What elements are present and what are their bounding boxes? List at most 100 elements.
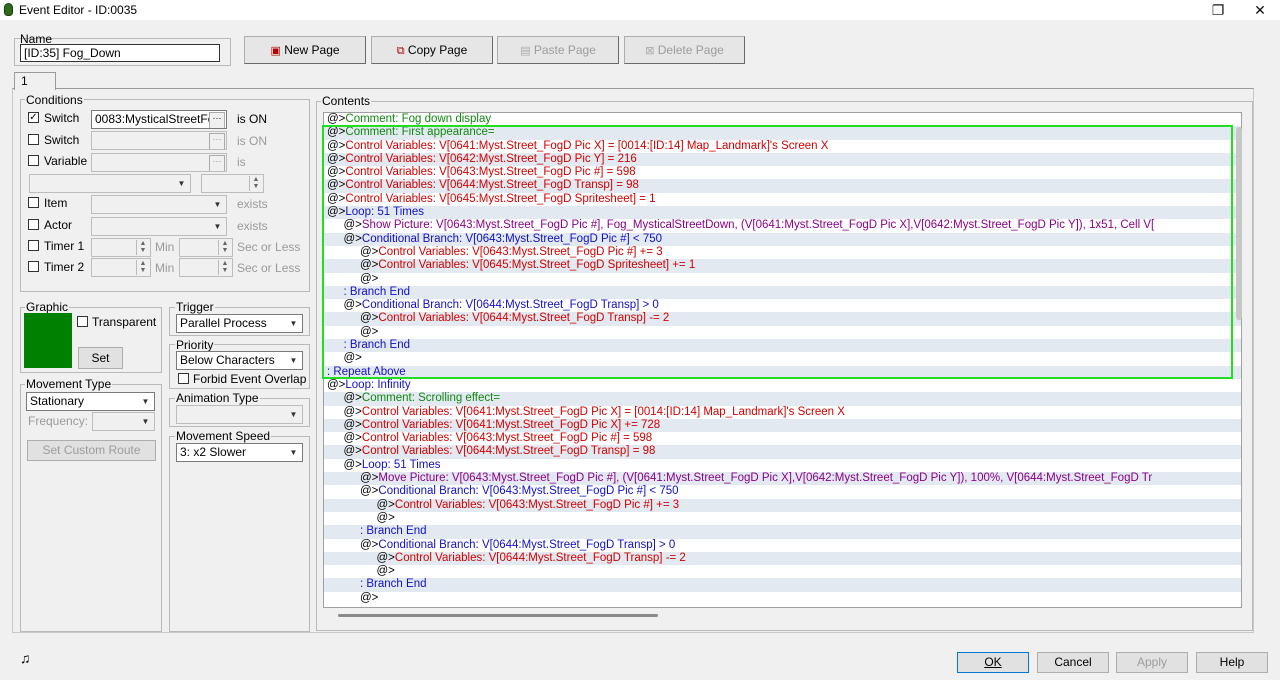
chevron-down-icon: ▼ bbox=[213, 222, 222, 231]
priority-value: Below Characters bbox=[180, 353, 275, 367]
command-row[interactable]: : Branch End bbox=[324, 525, 1241, 539]
command-text: Control Variables: V[0644:Myst.Street_Fo… bbox=[361, 445, 656, 458]
transparent-checkbox[interactable] bbox=[77, 316, 88, 327]
movement-type-select[interactable]: Stationary ▼ bbox=[26, 392, 155, 411]
command-row[interactable]: @>Loop: Infinity bbox=[324, 379, 1241, 392]
timer1-min-stepper[interactable]: ▲ ▼ bbox=[91, 238, 151, 257]
command-row[interactable]: @>Control Variables: V[0641:Myst.Street_… bbox=[324, 406, 1241, 419]
variable-browse-button[interactable]: ··· bbox=[209, 155, 225, 171]
switch1-suffix: is ON bbox=[237, 112, 267, 126]
command-row[interactable]: : Branch End bbox=[324, 578, 1241, 592]
tab-page-1[interactable]: 1 bbox=[14, 72, 56, 90]
variable-label: Variable bbox=[44, 154, 88, 168]
restore-icon[interactable]: ❐ bbox=[1198, 0, 1238, 20]
trigger-select[interactable]: Parallel Process ▼ bbox=[176, 314, 303, 333]
command-row[interactable]: @>Control Variables: V[0644:Myst.Street_… bbox=[324, 551, 1241, 566]
music-note-icon[interactable]: ♫ bbox=[20, 650, 31, 666]
switch1-field[interactable]: 0083:MysticalStreetFo ··· bbox=[91, 110, 227, 129]
stepper-arrows-icon[interactable]: ▲ ▼ bbox=[218, 260, 231, 275]
forbid-overlap-checkbox[interactable] bbox=[178, 373, 189, 384]
cancel-button[interactable]: Cancel bbox=[1037, 652, 1109, 673]
timer1-checkbox[interactable] bbox=[28, 240, 39, 251]
timer2-label: Timer 2 bbox=[44, 260, 85, 274]
horizontal-scrollbar[interactable] bbox=[338, 614, 658, 617]
new-page-button[interactable]: ▣ New Page bbox=[244, 36, 366, 64]
delete-page-button[interactable]: ⊠ Delete Page bbox=[624, 36, 745, 64]
frequency-label: Frequency: bbox=[28, 414, 89, 428]
switch2-browse-button[interactable]: ··· bbox=[209, 133, 225, 149]
window-title: Event Editor - ID:0035 bbox=[19, 3, 138, 17]
command-row[interactable]: @>Control Variables: V[0643:Myst.Street_… bbox=[324, 498, 1241, 512]
animation-type-select[interactable]: ▼ bbox=[176, 405, 303, 424]
command-row[interactable]: @>Conditional Branch: V[0643:Myst.Street… bbox=[324, 485, 1241, 498]
command-prefix: @> bbox=[376, 511, 395, 524]
stepper-arrows-icon[interactable]: ▲ ▼ bbox=[136, 240, 149, 255]
command-row[interactable]: @>Control Variables: V[0644:Myst.Street_… bbox=[324, 445, 1241, 459]
switch1-checkbox[interactable]: ✓ bbox=[28, 112, 39, 123]
apply-button[interactable]: Apply bbox=[1116, 652, 1188, 673]
command-prefix: @> bbox=[376, 498, 395, 511]
variable-compare-select[interactable]: ▼ bbox=[29, 174, 191, 193]
vertical-scrollbar[interactable] bbox=[1236, 127, 1242, 320]
command-row[interactable]: @>Move Picture: V[0643:Myst.Street_FogD … bbox=[324, 472, 1241, 486]
command-row[interactable]: @>Control Variables: V[0641:Myst.Street_… bbox=[324, 418, 1241, 433]
graphic-label: Graphic bbox=[25, 300, 70, 314]
timer1-min-label: Min bbox=[155, 240, 175, 254]
stepper-arrows-icon[interactable]: ▲ ▼ bbox=[218, 240, 231, 255]
movement-speed-select[interactable]: 3: x2 Slower ▼ bbox=[176, 443, 303, 462]
timer2-min-stepper[interactable]: ▲ ▼ bbox=[91, 258, 151, 277]
ok-button[interactable]: OK bbox=[957, 652, 1029, 673]
priority-select[interactable]: Below Characters ▼ bbox=[176, 351, 303, 370]
paste-page-button[interactable]: ▤ Paste Page bbox=[497, 36, 619, 64]
command-prefix: @> bbox=[343, 418, 362, 431]
contents-label: Contents bbox=[321, 94, 372, 108]
help-button[interactable]: Help bbox=[1196, 652, 1268, 673]
actor-checkbox[interactable] bbox=[28, 219, 39, 230]
copy-page-icon: ⧉ bbox=[396, 45, 405, 57]
name-input[interactable]: [ID:35] Fog_Down bbox=[20, 44, 220, 62]
command-prefix: @> bbox=[343, 458, 362, 471]
paste-page-icon: ▤ bbox=[520, 45, 531, 57]
command-text: Comment: Fog down display bbox=[345, 113, 492, 125]
actor-select[interactable]: ▼ bbox=[91, 217, 227, 236]
item-checkbox[interactable] bbox=[28, 197, 39, 208]
switch2-suffix: is ON bbox=[237, 134, 267, 148]
movement-type-label: Movement Type bbox=[25, 377, 113, 391]
command-text: Move Picture: V[0643:Myst.Street_FogD Pi… bbox=[378, 472, 1153, 485]
command-row[interactable]: @> bbox=[324, 565, 1241, 578]
timer2-sec-stepper[interactable]: ▲ ▼ bbox=[179, 258, 233, 277]
actor-suffix: exists bbox=[237, 219, 268, 233]
command-row[interactable]: @>Control Variables: V[0643:Myst.Street_… bbox=[324, 432, 1241, 445]
set-custom-route-button[interactable]: Set Custom Route bbox=[27, 440, 156, 461]
close-icon[interactable]: ✕ bbox=[1240, 0, 1280, 20]
command-prefix: @> bbox=[343, 445, 362, 458]
forbid-overlap-label: Forbid Event Overlap bbox=[193, 372, 307, 386]
set-graphic-button[interactable]: Set bbox=[78, 347, 123, 369]
command-row[interactable]: @> bbox=[324, 592, 1241, 605]
stepper-arrows-icon[interactable]: ▲ ▼ bbox=[136, 260, 149, 275]
variable-value-stepper[interactable]: ▲ ▼ bbox=[201, 174, 264, 193]
stepper-arrows-icon[interactable]: ▲ ▼ bbox=[249, 176, 262, 191]
movement-speed-group bbox=[169, 436, 310, 632]
command-row[interactable]: @>Comment: Scrolling effect= bbox=[324, 392, 1241, 406]
switch2-checkbox[interactable] bbox=[28, 134, 39, 145]
graphic-preview[interactable] bbox=[24, 313, 72, 368]
timer1-sec-label: Sec or Less bbox=[237, 240, 301, 254]
switch2-label: Switch bbox=[44, 133, 80, 147]
timer2-checkbox[interactable] bbox=[28, 261, 39, 272]
command-row[interactable]: @>Conditional Branch: V[0644:Myst.Street… bbox=[324, 539, 1241, 552]
switch2-field[interactable]: ··· bbox=[91, 131, 227, 150]
command-row[interactable]: @> bbox=[324, 512, 1241, 525]
item-select[interactable]: ▼ bbox=[91, 195, 227, 214]
switch1-browse-button[interactable]: ··· bbox=[209, 112, 225, 128]
copy-page-button[interactable]: ⧉ Copy Page bbox=[371, 36, 493, 64]
movement-type-value: Stationary bbox=[30, 394, 85, 408]
switch1-value: 0083:MysticalStreetFo bbox=[95, 112, 215, 126]
variable-field[interactable]: ··· bbox=[91, 153, 227, 172]
delete-page-icon: ⊠ bbox=[645, 45, 655, 57]
frequency-select[interactable]: ▼ bbox=[92, 412, 155, 431]
variable-checkbox[interactable] bbox=[28, 155, 39, 166]
command-row[interactable]: @>Loop: 51 Times bbox=[324, 459, 1241, 472]
command-text: Conditional Branch: V[0643:Myst.Street_F… bbox=[378, 485, 679, 498]
timer1-sec-stepper[interactable]: ▲ ▼ bbox=[179, 238, 233, 257]
